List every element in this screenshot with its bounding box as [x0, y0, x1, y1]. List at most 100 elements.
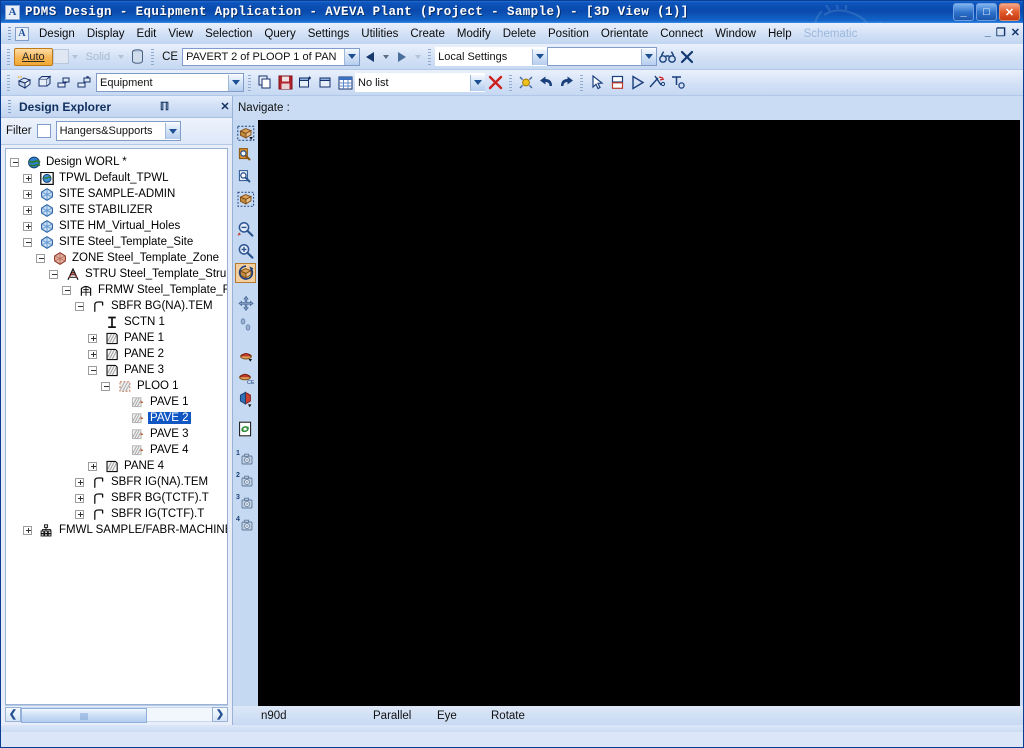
tree-expand-icon[interactable]	[23, 525, 32, 535]
maximize-button[interactable]: □	[976, 3, 997, 21]
undo-icon[interactable]	[536, 73, 556, 93]
tree-node[interactable]: ZONE Steel_Template_Zone	[10, 250, 227, 266]
tree-collapse-icon[interactable]	[23, 237, 32, 247]
color-swatch-button[interactable]	[52, 49, 69, 64]
menu-modify[interactable]: Modify	[451, 26, 497, 42]
tree-node[interactable]: FRMW Steel_Template_Frmw	[10, 282, 227, 298]
tree-node[interactable]: PAVE 4	[10, 442, 227, 458]
create-box-icon[interactable]	[34, 73, 54, 93]
tree-collapse-icon[interactable]	[101, 381, 110, 391]
zoom-in-icon[interactable]	[235, 241, 256, 261]
tree-expand-icon[interactable]	[23, 205, 32, 215]
menu-connect[interactable]: Connect	[654, 26, 709, 42]
ce-back-button[interactable]	[360, 47, 380, 67]
color-dropdown-icon[interactable]	[71, 54, 78, 59]
tree-node[interactable]: SBFR IG(TCTF).T	[10, 506, 227, 522]
menu-utilities[interactable]: Utilities	[355, 26, 404, 42]
tree-node[interactable]: PAVE 1	[10, 394, 227, 410]
menu-help[interactable]: Help	[762, 26, 798, 42]
tree-node[interactable]: SITE STABILIZER	[10, 202, 227, 218]
tree-node[interactable]: PANE 2	[10, 346, 227, 362]
tree-node[interactable]: PANE 1	[10, 330, 227, 346]
ce-back-dropdown-icon[interactable]	[383, 54, 390, 59]
tree-node[interactable]: SITE HM_Virtual_Holes	[10, 218, 227, 234]
toolbar-grip-2[interactable]	[151, 48, 155, 65]
element-type-combo[interactable]: Equipment	[96, 73, 244, 92]
pointer-icon[interactable]	[587, 73, 607, 93]
tree-collapse-icon[interactable]	[88, 365, 97, 375]
3d-view-canvas[interactable]	[258, 120, 1020, 706]
tree-expand-icon[interactable]	[88, 461, 97, 471]
section-icon[interactable]	[607, 73, 627, 93]
zoom-out-icon[interactable]	[235, 219, 256, 239]
refresh-view-icon[interactable]	[235, 419, 256, 439]
pin-icon[interactable]: ℿ	[158, 100, 172, 113]
close-icon[interactable]: ✕	[218, 100, 232, 113]
zoom-select-icon[interactable]	[235, 167, 256, 187]
menu-delete[interactable]: Delete	[497, 26, 542, 42]
tree-node[interactable]: PANE 3	[10, 362, 227, 378]
ce-dropdown-icon[interactable]	[344, 48, 360, 65]
toolbar-grip-1[interactable]	[7, 48, 10, 65]
tree-node[interactable]: SBFR IG(NA).TEM	[10, 474, 227, 490]
list-dropdown-icon[interactable]	[470, 74, 485, 91]
menu-window[interactable]: Window	[709, 26, 762, 42]
explorer-horizontal-scrollbar[interactable]: ❮ ❯	[5, 705, 228, 723]
tree-collapse-icon[interactable]	[49, 269, 58, 279]
menu-schematic[interactable]: Schematic	[798, 26, 864, 42]
tree-expand-icon[interactable]	[88, 349, 97, 359]
close-button[interactable]: ✕	[999, 3, 1020, 21]
filter-combo[interactable]: Hangers&Supports	[55, 121, 181, 141]
tree-node[interactable]: TPWL Default_TPWL	[10, 170, 227, 186]
solid-dropdown-icon[interactable]	[118, 54, 125, 59]
saved-view-4-icon[interactable]: 4	[235, 515, 256, 535]
tree-expand-icon[interactable]	[23, 221, 32, 231]
ce-forward-dropdown-icon[interactable]	[415, 54, 422, 59]
tree-node[interactable]: SBFR BG(TCTF).T	[10, 490, 227, 506]
toolbar-grip-5[interactable]	[248, 74, 251, 91]
tree-node[interactable]: FMWL SAMPLE/FABR-MACHINE	[10, 522, 227, 538]
mdi-minimize-button[interactable]: _	[985, 26, 991, 39]
minimize-button[interactable]: _	[953, 3, 974, 21]
copy-icon[interactable]	[255, 73, 275, 93]
menu-create[interactable]: Create	[404, 26, 451, 42]
mdi-restore-button[interactable]: ❐	[996, 26, 1006, 39]
scroll-right-button[interactable]: ❯	[212, 706, 228, 722]
highlight-icon[interactable]	[516, 73, 536, 93]
walk-icon[interactable]	[235, 315, 256, 335]
design-tree-container[interactable]: Design WORL * TPWL Default_TPWL SITE SAMPL…	[5, 148, 228, 705]
tree-node[interactable]: PAVE 2	[10, 410, 227, 426]
settings-dropdown-icon[interactable]	[532, 48, 548, 65]
toolbar-grip-7[interactable]	[580, 74, 583, 91]
tree-expand-icon[interactable]	[23, 173, 32, 183]
tree-expand-icon[interactable]	[88, 333, 97, 343]
redo-icon[interactable]	[556, 73, 576, 93]
measure-icon[interactable]	[647, 73, 667, 93]
toolbar-grip-4[interactable]	[7, 74, 10, 91]
scroll-left-button[interactable]: ❮	[5, 706, 21, 722]
delete-x-icon[interactable]	[485, 73, 505, 93]
filter-dropdown-icon[interactable]	[164, 123, 180, 139]
tree-expand-icon[interactable]	[23, 189, 32, 199]
mdi-close-button[interactable]: ✕	[1011, 26, 1020, 39]
menu-orientate[interactable]: Orientate	[595, 26, 654, 42]
tree-node[interactable]: SBFR BG(NA).TEM	[10, 298, 227, 314]
menu-grip[interactable]	[8, 27, 11, 40]
toolbar-grip-6[interactable]	[509, 74, 512, 91]
menu-display[interactable]: Display	[81, 26, 131, 42]
menu-query[interactable]: Query	[258, 26, 301, 42]
limits-icon[interactable]	[235, 189, 256, 209]
menu-app-icon[interactable]: A	[15, 26, 29, 41]
tree-node[interactable]: PANE 4	[10, 458, 227, 474]
tree-collapse-icon[interactable]	[10, 157, 19, 167]
zoom-area-icon[interactable]	[235, 145, 256, 165]
ce-forward-button[interactable]	[392, 47, 412, 67]
menu-design[interactable]: Design	[33, 26, 81, 42]
settings-combo[interactable]: Local Settings	[435, 47, 548, 66]
tree-node[interactable]: SITE Steel_Template_Site	[10, 234, 227, 250]
pan-icon[interactable]	[235, 293, 256, 313]
tree-node[interactable]: PLOO 1	[10, 378, 227, 394]
tree-node[interactable]: Design WORL *	[10, 154, 227, 170]
tree-node[interactable]: SCTN 1	[10, 314, 227, 330]
tree-expand-icon[interactable]	[75, 493, 84, 503]
